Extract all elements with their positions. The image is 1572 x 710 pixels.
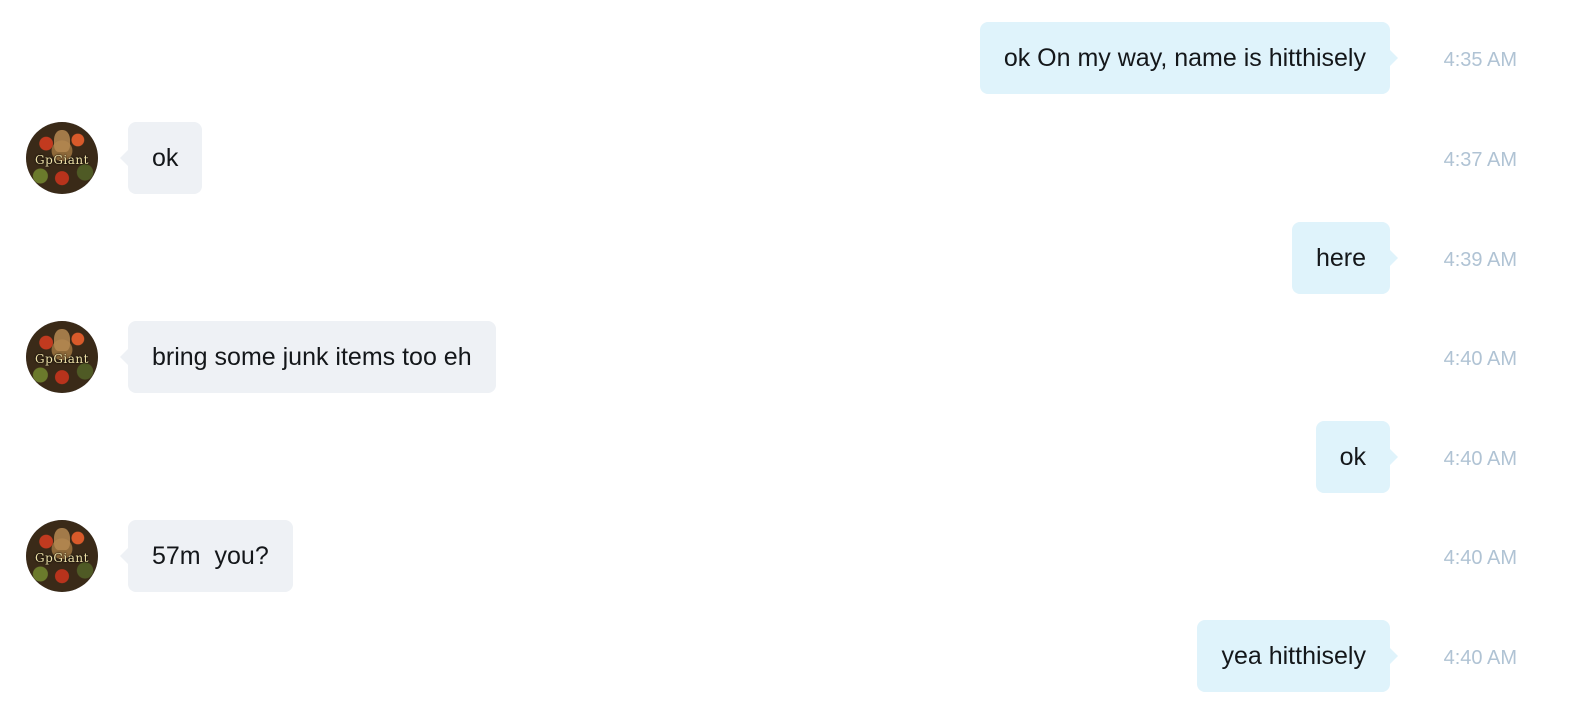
avatar-figure-icon [54, 130, 70, 152]
avatar-logo-text: GpGiant [35, 551, 89, 565]
conversation-thread: ok On my way, name is hitthisely 4:35 AM… [0, 0, 1572, 710]
message-row: here 4:39 AM [0, 222, 1572, 294]
outgoing-message-bubble[interactable]: here [1291, 222, 1399, 294]
message-row: GpGiant bring some junk items too eh 4:4… [0, 321, 1572, 393]
message-timestamp: 4:40 AM [1443, 348, 1517, 370]
outgoing-message-bubble[interactable]: yea hitthisely [1197, 620, 1398, 692]
message-text: ok [1339, 443, 1366, 471]
message-text: ok On my way, name is hitthisely [1003, 44, 1366, 72]
incoming-message-bubble[interactable]: bring some junk items too eh [120, 321, 496, 393]
avatar-figure-icon [54, 329, 70, 351]
incoming-message-bubble[interactable]: 57m you? [120, 520, 293, 592]
contact-avatar[interactable]: GpGiant [26, 321, 98, 393]
message-text: here [1315, 244, 1366, 272]
message-text: yea hitthisely [1221, 642, 1366, 670]
message-text: ok [152, 144, 179, 172]
message-timestamp: 4:35 AM [1443, 49, 1517, 71]
message-timestamp: 4:39 AM [1443, 249, 1517, 271]
message-timestamp: 4:37 AM [1443, 149, 1517, 171]
message-row: GpGiant 57m you? 4:40 AM [0, 520, 1572, 592]
message-row: ok On my way, name is hitthisely 4:35 AM [0, 22, 1572, 94]
outgoing-message-bubble[interactable]: ok [1315, 421, 1399, 493]
message-text: 57m you? [152, 542, 269, 570]
contact-avatar[interactable]: GpGiant [26, 520, 98, 592]
message-row: ok 4:40 AM [0, 421, 1572, 493]
message-timestamp: 4:40 AM [1443, 547, 1517, 569]
contact-avatar[interactable]: GpGiant [26, 122, 98, 194]
message-timestamp: 4:40 AM [1443, 448, 1517, 470]
avatar-figure-icon [54, 528, 70, 550]
message-row: GpGiant ok 4:37 AM [0, 122, 1572, 194]
message-row: yea hitthisely 4:40 AM [0, 620, 1572, 692]
message-timestamp: 4:40 AM [1443, 647, 1517, 669]
avatar-logo-text: GpGiant [35, 352, 89, 366]
avatar-logo-text: GpGiant [35, 153, 89, 167]
outgoing-message-bubble[interactable]: ok On my way, name is hitthisely [979, 22, 1399, 94]
message-text: bring some junk items too eh [152, 343, 472, 371]
incoming-message-bubble[interactable]: ok [119, 122, 203, 194]
